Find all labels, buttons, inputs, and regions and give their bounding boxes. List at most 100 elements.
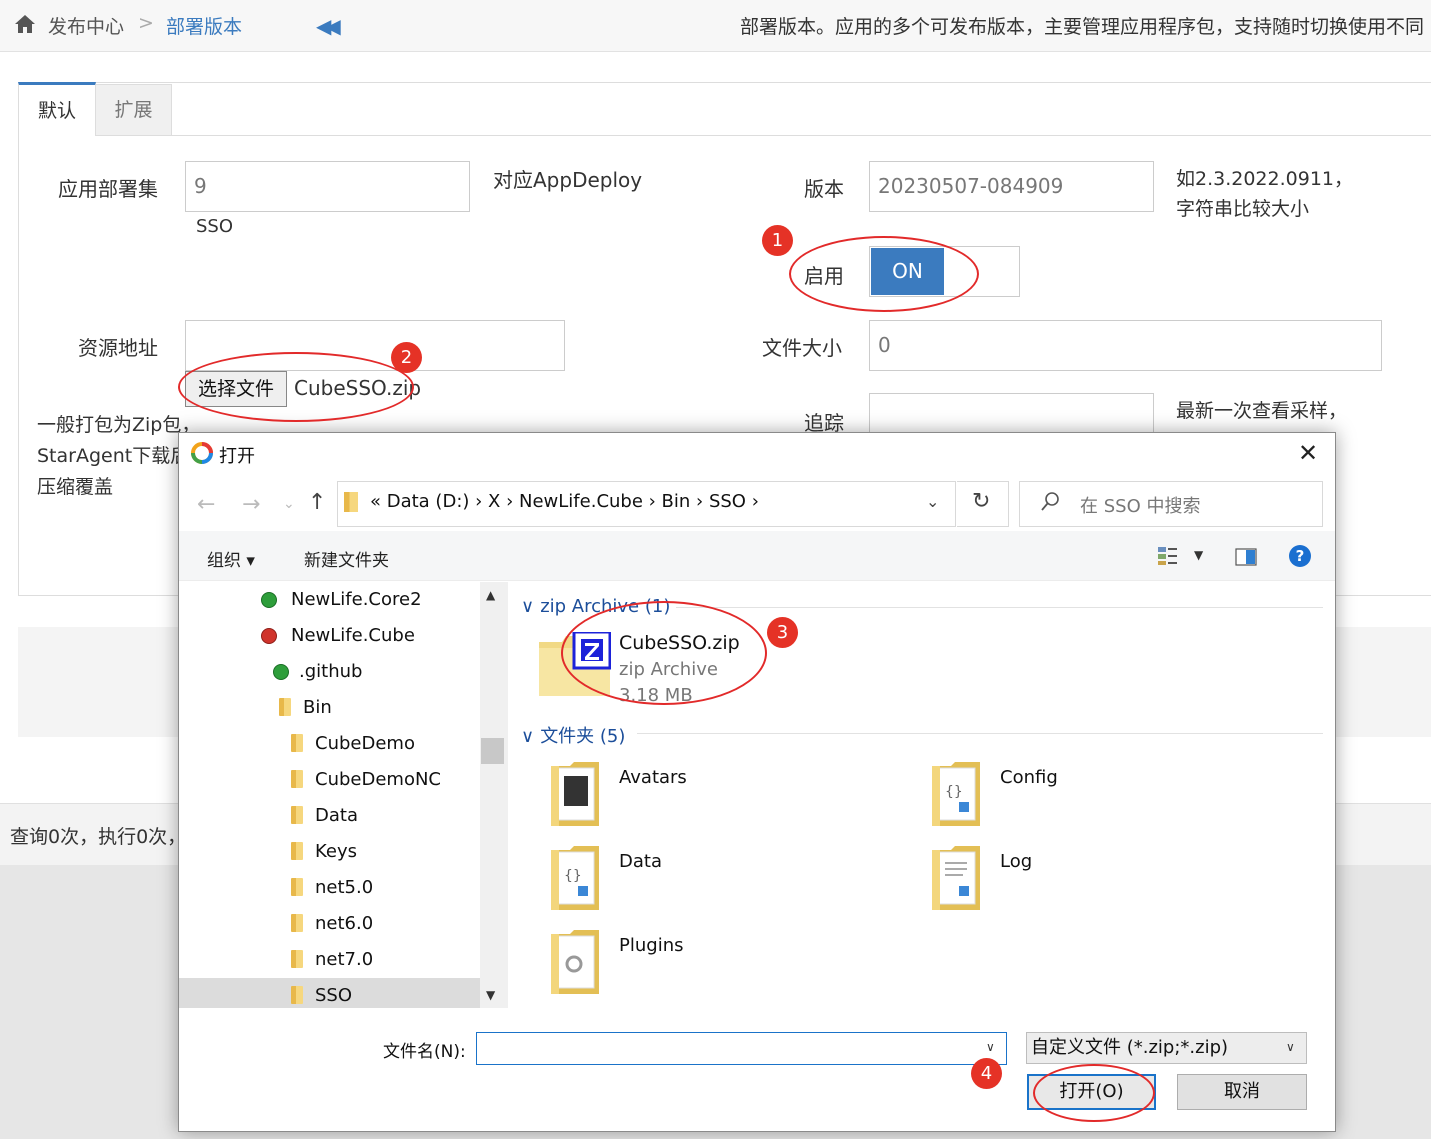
tab-default[interactable]: 默认 bbox=[18, 82, 96, 136]
annotation-badge: 2 bbox=[391, 342, 422, 373]
search-icon bbox=[1041, 492, 1059, 511]
refresh-icon[interactable]: ↻ bbox=[972, 489, 990, 514]
folder-plugins-icon[interactable] bbox=[550, 930, 600, 994]
tree-item-net6[interactable]: net6.0 bbox=[291, 906, 480, 942]
tabs-divider bbox=[18, 135, 1431, 136]
folder-icon bbox=[279, 698, 291, 716]
group-divider bbox=[676, 607, 1323, 608]
annotation-badge: 3 bbox=[767, 617, 798, 648]
annotation-badge: 1 bbox=[762, 225, 793, 256]
footer-stats: 查询0次，执行0次， bbox=[10, 826, 187, 848]
folder-config-icon[interactable]: {} bbox=[931, 762, 981, 826]
breadcrumb-separator: > bbox=[138, 12, 154, 34]
folder-name-config[interactable]: Config bbox=[1000, 767, 1058, 788]
collapse-sidebar-icon[interactable]: ◀◀ bbox=[316, 14, 341, 38]
recent-locations-icon[interactable]: ⌄ bbox=[283, 496, 295, 512]
filename-input[interactable] bbox=[476, 1032, 1007, 1065]
back-arrow-icon[interactable]: ← bbox=[197, 492, 215, 517]
chevron-down-icon: ∨ bbox=[521, 596, 535, 617]
tree-item-sso[interactable]: SSO bbox=[179, 978, 480, 1008]
group-header-folders[interactable]: ∨ 文件夹 (5) bbox=[521, 722, 625, 748]
address-path[interactable]: « Data (D:) › X › NewLife.Cube › Bin › S… bbox=[370, 491, 759, 512]
folder-icon bbox=[291, 734, 303, 752]
chevron-down-icon[interactable]: ⌄ bbox=[926, 492, 939, 511]
chevron-down-icon[interactable]: ∨ bbox=[1286, 1040, 1295, 1054]
app-deploy-hint: 对应AppDeploy bbox=[493, 168, 643, 192]
chevron-down-icon: ∨ bbox=[521, 726, 535, 747]
version-label: 版本 bbox=[804, 177, 844, 201]
organize-button[interactable]: 组织 ▾ bbox=[207, 546, 255, 571]
folder-data-icon[interactable]: {} bbox=[550, 846, 600, 910]
scroll-down-icon[interactable]: ▼ bbox=[486, 988, 495, 1002]
app-deploy-name: SSO bbox=[196, 216, 234, 237]
folder-icon bbox=[291, 914, 303, 932]
tree-item-keys[interactable]: Keys bbox=[291, 834, 480, 870]
app-deploy-label: 应用部署集 bbox=[58, 177, 158, 201]
folder-name-log[interactable]: Log bbox=[1000, 851, 1032, 872]
tree-item-cubedemo[interactable]: CubeDemo bbox=[291, 726, 480, 762]
tree-item-bin[interactable]: Bin bbox=[279, 690, 480, 726]
tree-item-data[interactable]: Data bbox=[291, 798, 480, 834]
folder-log-icon[interactable] bbox=[931, 846, 981, 910]
file-size-label: 文件大小 bbox=[762, 336, 842, 360]
help-icon[interactable]: ? bbox=[1289, 545, 1311, 567]
home-icon[interactable] bbox=[14, 14, 36, 34]
annotation-circle bbox=[178, 352, 414, 422]
view-options-icon[interactable] bbox=[1157, 546, 1179, 566]
group-label: 文件夹 (5) bbox=[540, 726, 626, 747]
folder-name-avatars[interactable]: Avatars bbox=[619, 767, 687, 788]
tree-item-label: NewLife.Core2 bbox=[291, 589, 422, 610]
tab-extend[interactable]: 扩展 bbox=[96, 84, 172, 136]
pane-splitter[interactable] bbox=[505, 582, 508, 1008]
breadcrumb-current[interactable]: 部署版本 bbox=[166, 12, 242, 39]
tree-item-label: CubeDemo bbox=[315, 733, 415, 754]
filename-label: 文件名(N): bbox=[383, 1042, 466, 1062]
app-deploy-input[interactable]: 9 bbox=[185, 161, 470, 212]
trace-input[interactable] bbox=[869, 393, 1154, 433]
resource-url-label: 资源地址 bbox=[78, 336, 158, 360]
scroll-thumb[interactable] bbox=[481, 738, 504, 764]
folder-name-plugins[interactable]: Plugins bbox=[619, 935, 683, 956]
up-arrow-icon[interactable]: ↑ bbox=[308, 490, 326, 515]
view-dropdown-icon[interactable]: ▼ bbox=[1194, 548, 1203, 562]
chevron-down-icon[interactable]: ∨ bbox=[986, 1040, 995, 1054]
folder-name-data[interactable]: Data bbox=[619, 851, 662, 872]
annotation-circle bbox=[789, 236, 979, 312]
resource-hint-line2: StarAgent下载后 bbox=[37, 445, 190, 467]
folder-tree[interactable]: NewLife.Core2 NewLife.Cube .github Bin C… bbox=[179, 582, 480, 1008]
browser-logo-icon bbox=[191, 442, 213, 464]
scroll-up-icon[interactable]: ▲ bbox=[486, 588, 495, 602]
close-icon[interactable]: ✕ bbox=[1298, 440, 1318, 466]
tree-scrollbar[interactable] bbox=[480, 582, 505, 1008]
file-size-input[interactable]: 0 bbox=[869, 320, 1382, 371]
folder-icon bbox=[291, 950, 303, 968]
folder-icon bbox=[291, 986, 303, 1004]
tree-item-newlife-cube[interactable]: NewLife.Cube bbox=[261, 618, 480, 654]
folder-avatars-icon[interactable] bbox=[550, 762, 600, 826]
new-folder-button[interactable]: 新建文件夹 bbox=[304, 546, 389, 571]
dialog-title: 打开 bbox=[219, 446, 255, 467]
folder-icon bbox=[291, 770, 303, 788]
annotation-circle bbox=[1033, 1064, 1155, 1122]
tree-item-github[interactable]: .github bbox=[273, 654, 480, 690]
file-type-select[interactable]: 自定义文件 (*.zip;*.zip) bbox=[1026, 1032, 1307, 1064]
annotation-circle bbox=[561, 601, 767, 705]
cancel-button[interactable]: 取消 bbox=[1177, 1074, 1307, 1110]
page-description: 部署版本。应用的多个可发布版本，主要管理应用程序包，支持随时切换使用不同 bbox=[740, 16, 1425, 38]
tree-item-net7[interactable]: net7.0 bbox=[291, 942, 480, 978]
tree-item-net5[interactable]: net5.0 bbox=[291, 870, 480, 906]
svg-text:{}: {} bbox=[945, 784, 963, 800]
preview-pane-icon[interactable] bbox=[1235, 548, 1257, 566]
version-input[interactable]: 20230507-084909 bbox=[869, 161, 1154, 212]
tree-item-label: Data bbox=[315, 805, 358, 826]
tree-item-newlife-core2[interactable]: NewLife.Core2 bbox=[261, 582, 480, 618]
tree-item-label: net5.0 bbox=[315, 877, 374, 898]
tree-item-label: SSO bbox=[315, 985, 353, 1006]
tree-item-label: net6.0 bbox=[315, 913, 374, 934]
breadcrumb-root[interactable]: 发布中心 bbox=[48, 12, 124, 39]
forward-arrow-icon[interactable]: → bbox=[242, 492, 260, 517]
sync-error-icon bbox=[261, 628, 277, 644]
search-placeholder: 在 SSO 中搜索 bbox=[1080, 496, 1201, 517]
tree-item-cubedemonc[interactable]: CubeDemoNC bbox=[291, 762, 480, 798]
resource-hint-line3: 压缩覆盖 bbox=[37, 476, 114, 498]
